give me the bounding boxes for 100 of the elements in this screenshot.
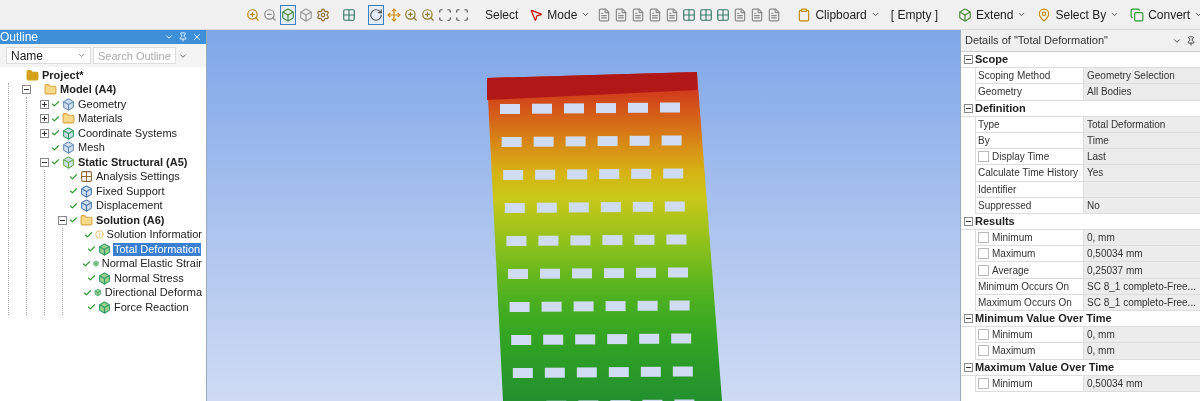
toolbar-menu[interactable]: Extend [954, 5, 1031, 24]
close-icon[interactable] [192, 32, 202, 42]
section-header: Scope [975, 52, 1008, 68]
folder-icon [26, 68, 39, 82]
collapse-toggle[interactable] [963, 314, 973, 324]
tree-item[interactable]: Displacement [95, 199, 164, 213]
page-icon [733, 7, 748, 22]
checkbox[interactable] [978, 329, 989, 341]
property-label: Geometry [978, 85, 1022, 100]
checkbox[interactable] [978, 264, 989, 276]
grid-icon [699, 7, 714, 22]
checkbox[interactable] [978, 345, 989, 357]
expand-toggle[interactable] [39, 128, 49, 138]
cube-icon [62, 126, 75, 140]
checkbox[interactable] [978, 248, 989, 260]
collapse-toggle[interactable] [21, 85, 31, 95]
tree-item[interactable]: Model (A4) [59, 83, 118, 97]
property-label: Identifier [978, 182, 1017, 197]
caret-icon [1110, 10, 1120, 19]
tree-item[interactable]: Materials [77, 112, 124, 126]
property-label: Maximum [992, 247, 1036, 262]
toolbar-button[interactable]: Select [481, 5, 523, 24]
tree-item[interactable]: Project* [41, 68, 85, 82]
collapse-toggle[interactable] [57, 215, 67, 225]
zoom-box-icon [438, 7, 452, 22]
tree-item[interactable]: Coordinate Systems [77, 126, 179, 140]
property-value: 0, mm [1084, 230, 1200, 246]
toolbar-button[interactable] [280, 4, 296, 25]
cube-icon [62, 97, 75, 111]
toolbar-button[interactable]: [ Empty ] [886, 5, 943, 24]
pin-icon [1037, 7, 1052, 22]
property-label: By [978, 134, 990, 149]
collapse-toggle[interactable] [963, 216, 973, 226]
move-icon [387, 7, 401, 22]
property-label: Display Time [992, 150, 1050, 165]
section-header: Maximum Value Over Time [975, 359, 1115, 375]
zoom-in-icon [404, 7, 418, 22]
tree-item[interactable]: Mesh [77, 141, 106, 155]
zoom-in-icon [246, 7, 260, 22]
tree-item[interactable]: Static Structural (A5) [77, 155, 189, 169]
tree-item[interactable]: Analysis Settings [95, 170, 181, 184]
checkbox[interactable] [978, 151, 989, 163]
folder-icon [80, 213, 93, 227]
section-header: Minimum Value Over Time [975, 311, 1112, 327]
pin-icon[interactable] [178, 32, 188, 42]
tree-item[interactable]: Total Deformation [113, 242, 202, 256]
toolbar-button[interactable] [368, 4, 384, 25]
collapse-toggle[interactable] [963, 103, 973, 113]
toolbar-menu[interactable]: Convert [1126, 5, 1200, 24]
property-value: 0,25037 mm [1084, 262, 1200, 278]
tree-item[interactable]: Geometry [77, 97, 128, 111]
gear-icon [316, 7, 330, 22]
tree-item[interactable]: Force Reaction [113, 300, 190, 314]
page-icon [665, 7, 680, 22]
dropdown-icon[interactable] [164, 32, 174, 42]
collapse-toggle[interactable] [39, 157, 49, 167]
expand-toggle[interactable] [39, 99, 49, 109]
toolbar-menu[interactable]: Mode [525, 5, 595, 24]
caret-icon [870, 10, 880, 19]
grid-icon [716, 7, 731, 22]
property-label: Maximum Occurs On [978, 295, 1072, 310]
zoom-box-icon [455, 7, 469, 22]
property-label: Minimum [992, 231, 1033, 246]
property-label: Maximum [992, 344, 1036, 359]
collapse-toggle[interactable] [963, 362, 973, 372]
collapse-toggle[interactable] [963, 55, 973, 65]
tree-item[interactable]: Normal Stress [113, 271, 185, 285]
cursor-icon [529, 7, 544, 22]
caret-icon [1017, 10, 1027, 19]
rotate-icon [369, 7, 383, 22]
panel-title: Details of "Total Deformation" [965, 33, 1108, 49]
section-header: Definition [975, 100, 1026, 116]
grid-icon [682, 7, 697, 22]
info-icon [94, 228, 104, 242]
tree-item[interactable]: Solution (A6) [95, 213, 166, 227]
toolbar-menu[interactable]: Select By [1033, 5, 1124, 24]
clipboard-icon [797, 7, 812, 22]
tree-item[interactable]: Fixed Support [95, 184, 166, 198]
property-label: Type [978, 117, 1000, 132]
filter-dropdown[interactable]: Name [6, 47, 91, 64]
cube-icon [80, 199, 93, 213]
property-label: Suppressed [978, 198, 1032, 213]
page-icon [750, 7, 765, 22]
tree-item[interactable]: Normal Elastic Strair [100, 257, 203, 271]
property-label: Minimum [992, 328, 1033, 343]
cube-icon [62, 155, 75, 169]
pin-icon[interactable] [1186, 35, 1196, 46]
tree-item[interactable]: Solution Informatior [105, 228, 203, 242]
cube-icon [62, 141, 75, 155]
tree-item[interactable]: Directional Deforma [103, 286, 203, 300]
page-icon [648, 7, 663, 22]
cube-icon [80, 184, 93, 198]
copy-icon [1130, 7, 1145, 22]
checkbox[interactable] [978, 232, 989, 244]
property-value: Last [1084, 149, 1200, 165]
search-field[interactable]: Search Outline [93, 47, 176, 64]
cube-icon [958, 7, 973, 22]
toolbar-menu[interactable]: Clipboard [793, 5, 884, 24]
expand-toggle[interactable] [39, 114, 49, 124]
checkbox[interactable] [978, 377, 989, 389]
